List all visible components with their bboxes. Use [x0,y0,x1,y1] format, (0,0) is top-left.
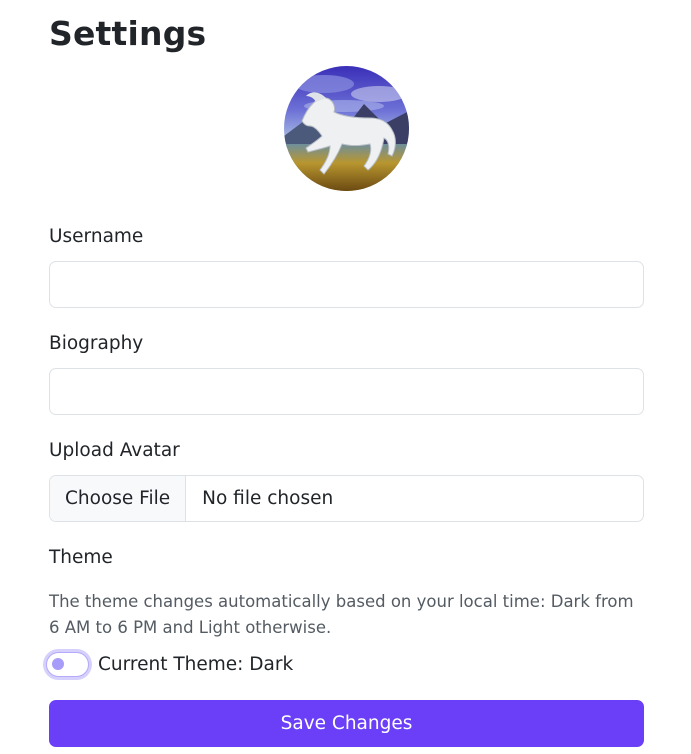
biography-label: Biography [49,333,144,354]
choose-file-button[interactable]: Choose File [50,476,187,521]
avatar-file-input[interactable]: Choose File No file chosen [49,475,644,522]
theme-toggle-switch[interactable] [46,652,89,677]
theme-toggle-row: Current Theme: Dark [46,652,293,677]
settings-page: Settings Username Biography Upload Avata… [0,0,691,754]
save-changes-button[interactable]: Save Changes [49,700,644,747]
username-label: Username [49,226,144,247]
avatar [284,66,409,191]
avatar-image [284,66,409,191]
page-title: Settings [49,14,207,53]
theme-heading: Theme [49,547,113,568]
redaction-overlay [62,270,148,300]
theme-toggle-label: Current Theme: Dark [98,654,294,675]
theme-help-text: The theme changes automatically based on… [49,592,634,637]
redaction-overlay [58,377,120,407]
file-status-text: No file chosen [202,488,334,509]
toggle-knob [52,658,64,670]
upload-avatar-label: Upload Avatar [49,440,180,461]
biography-input[interactable] [49,368,644,415]
